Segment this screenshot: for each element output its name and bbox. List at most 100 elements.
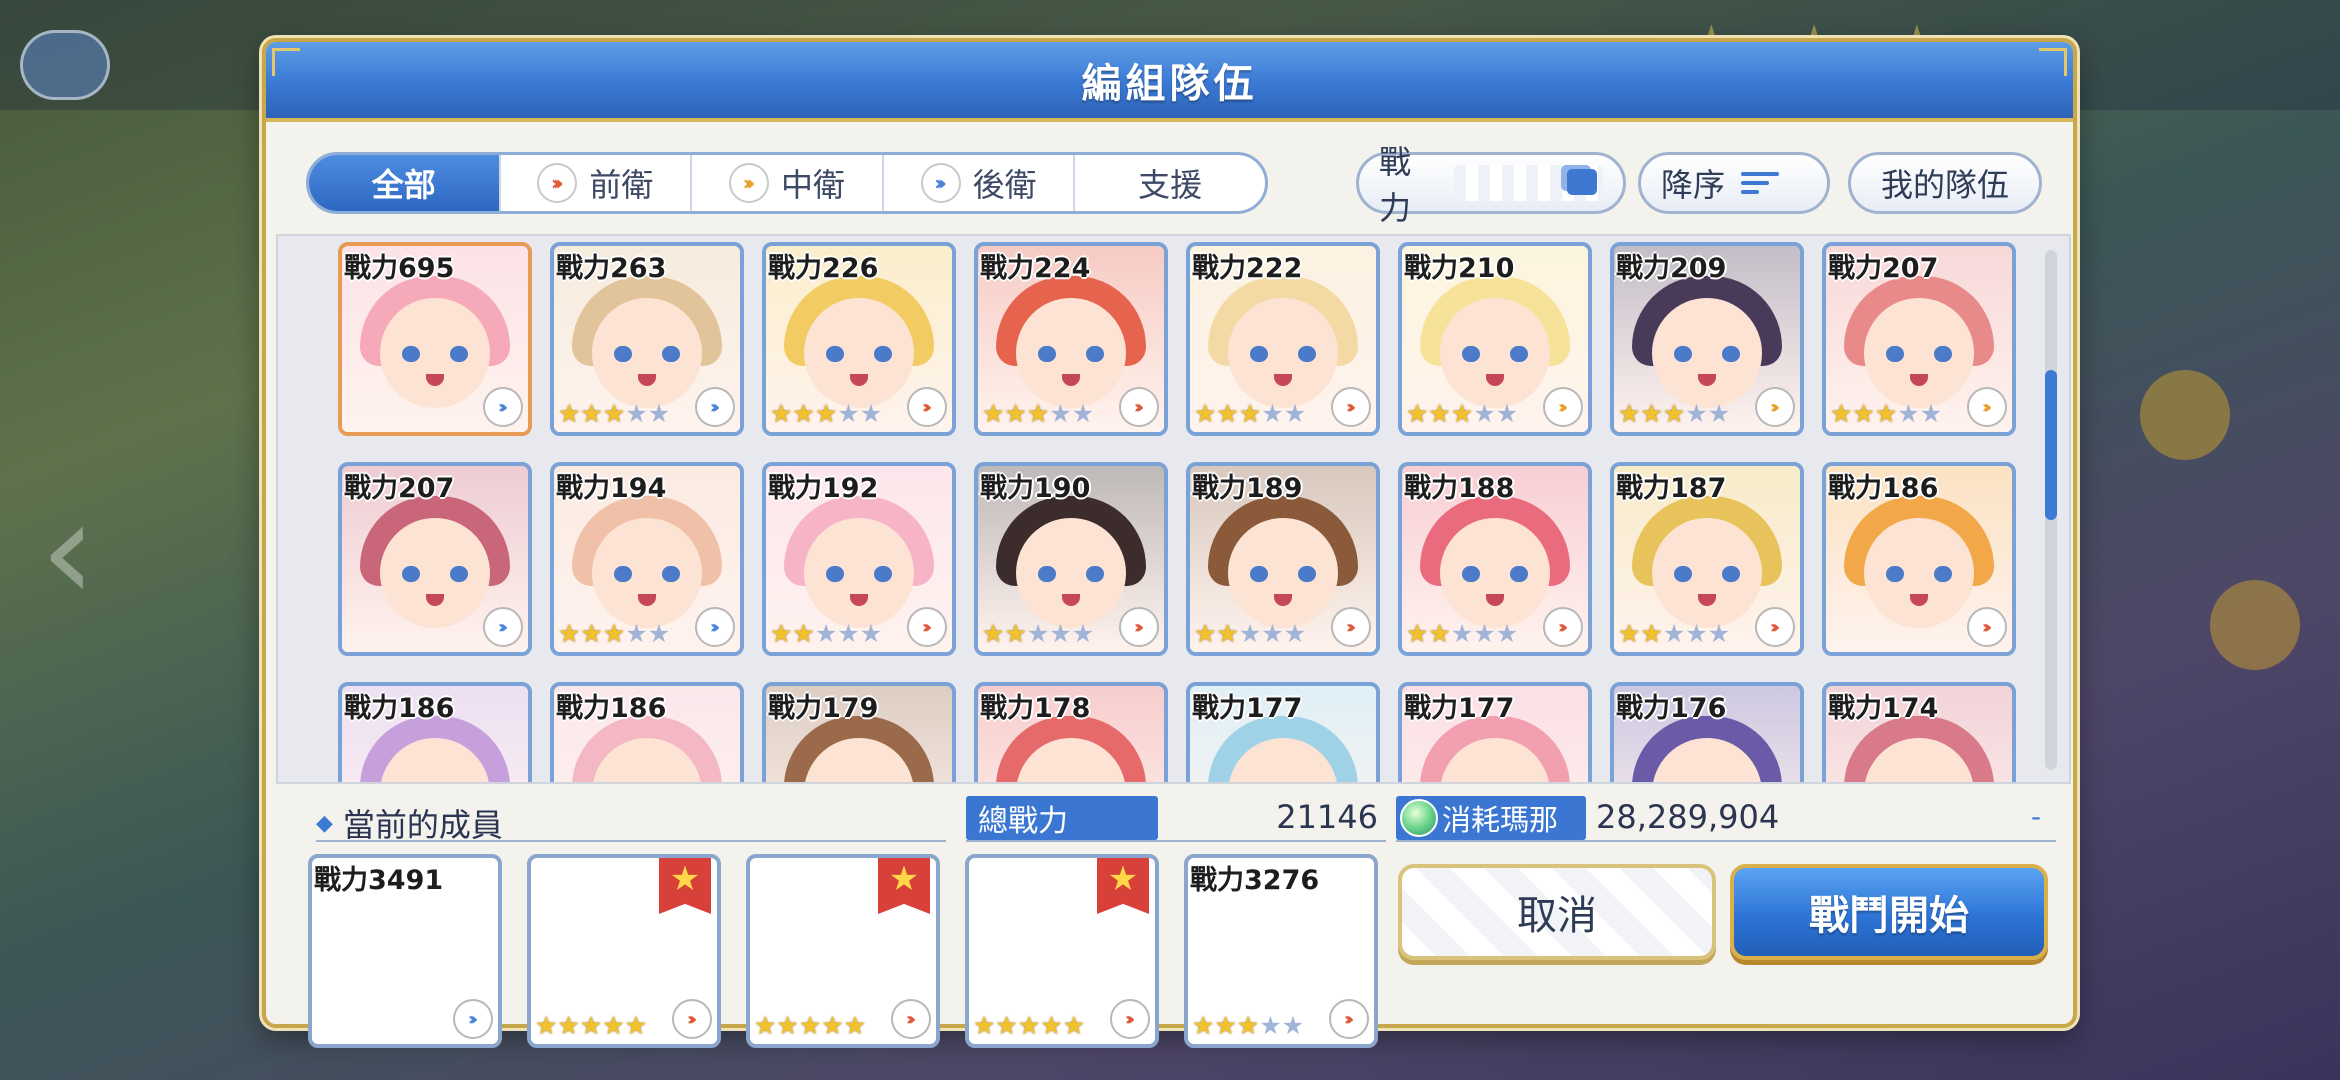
star-icon: ★ (1852, 399, 1875, 428)
front-role-icon: ››› (907, 607, 947, 647)
character-card[interactable]: 戰力188 ★ ★ ★ ★ ★ ››› (1398, 462, 1592, 656)
star-icon: ★ (776, 1011, 799, 1040)
star-icon: ★ (580, 399, 603, 428)
character-card[interactable]: 戰力263 ★ ★ ★ ★ ★ ››› (550, 242, 744, 436)
star-icon: ★ (602, 399, 626, 428)
team-member-card[interactable]: 戰力3491 ››› (308, 854, 502, 1048)
star-rating: ★ ★ ★ ★ ★ (558, 621, 670, 646)
character-card[interactable]: 戰力176››› (1610, 682, 1804, 782)
star-icon: ★ (625, 399, 648, 428)
star-icon: ★ (1618, 399, 1641, 428)
cancel-button[interactable]: 取消 (1398, 864, 1716, 960)
star-icon: ★ (1406, 619, 1429, 648)
sort-order-button[interactable]: 降序 (1638, 152, 1830, 214)
power-label: 戰力222 (1192, 253, 1303, 284)
power-label: 戰力3276 (1190, 865, 1320, 896)
star-icon: ★ (859, 399, 883, 428)
background-left-arrow-icon: ‹ (40, 470, 96, 633)
star-icon: ★ (1194, 399, 1217, 428)
front-chevron-icon: ››› (537, 163, 578, 203)
back-role-icon: ››› (483, 607, 523, 647)
star-icon: ★ (1261, 399, 1284, 428)
mid-role-icon: ››› (1967, 387, 2007, 427)
scrollbar-thumb[interactable] (2045, 370, 2057, 520)
character-card[interactable]: 戰力187 ★ ★ ★ ★ ★ ››› (1610, 462, 1804, 656)
character-card[interactable]: 戰力224 ★ ★ ★ ★ ★ ››› (974, 242, 1168, 436)
character-card[interactable]: 戰力209 ★ ★ ★ ★ ★ ››› (1610, 242, 1804, 436)
star-icon: ★ (973, 1011, 996, 1040)
star-icon: ★ (1004, 399, 1027, 428)
grid-scrollbar[interactable] (2045, 250, 2057, 770)
front-role-icon: ››› (1329, 999, 1369, 1039)
eyes-shape (826, 566, 892, 582)
character-card[interactable]: 戰力695 ››› (338, 242, 532, 436)
star-icon: ★ (624, 1011, 648, 1040)
sort-order-label: 降序 (1661, 166, 1726, 204)
character-card[interactable]: 戰力177››› (1398, 682, 1592, 782)
star-icon: ★ (1707, 399, 1731, 428)
star-icon: ★ (535, 1011, 558, 1040)
tab-support[interactable]: 支援 (1075, 155, 1265, 211)
character-card[interactable]: 戰力210 ★ ★ ★ ★ ★ ››› (1398, 242, 1592, 436)
character-card[interactable]: 戰力186››› (550, 682, 744, 782)
star-icon: ★ (814, 619, 838, 648)
start-battle-button[interactable]: 戰鬥開始 (1730, 864, 2048, 960)
front-role-icon: ››› (672, 999, 712, 1039)
star-icon: ★ (1049, 399, 1072, 428)
power-label: 戰力210 (1404, 253, 1515, 284)
power-label: 戰力194 (556, 473, 667, 504)
eyes-shape (1250, 566, 1316, 582)
character-card[interactable]: 戰力194 ★ ★ ★ ★ ★ ››› (550, 462, 744, 656)
tab-front[interactable]: ››› 前衛 (501, 155, 693, 211)
front-role-icon: ››› (1119, 607, 1159, 647)
eyes-shape (1886, 346, 1952, 362)
character-card[interactable]: 戰力190 ★ ★ ★ ★ ★ ››› (974, 462, 1168, 656)
character-card[interactable]: 戰力222 ★ ★ ★ ★ ★ ››› (1186, 242, 1380, 436)
character-card[interactable]: 戰力179››› (762, 682, 956, 782)
star-icon: ★ (1707, 619, 1731, 648)
mana-dash: - (2031, 800, 2042, 833)
character-card[interactable]: 戰力207 ››› (338, 462, 532, 656)
star-icon: ★ (1261, 619, 1284, 648)
star-icon: ★ (1662, 619, 1686, 648)
tab-back[interactable]: ››› 後衛 (884, 155, 1076, 211)
role-filter-tabs: 全部 ››› 前衛 ››› 中衛 ››› 後衛 支援 (306, 152, 1268, 214)
star-icon: ★ (1071, 619, 1095, 648)
character-card[interactable]: 戰力226 ★ ★ ★ ★ ★ ››› (762, 242, 956, 436)
power-label: 戰力177 (1192, 693, 1303, 724)
star-icon: ★ (792, 399, 815, 428)
eyes-shape (826, 346, 892, 362)
character-card[interactable]: 戰力207 ★ ★ ★ ★ ★ ››› (1822, 242, 2016, 436)
star-icon: ★ (647, 399, 671, 428)
total-power-value: 21146 (1276, 798, 1378, 836)
eyes-shape (1674, 566, 1740, 582)
character-card[interactable]: 戰力177››› (1186, 682, 1380, 782)
star-icon: ★ (1017, 1011, 1041, 1040)
team-member-card[interactable]: 戰力3276 ★ ★ ★ ★ ★ ››› (1184, 854, 1378, 1048)
star-icon: ★ (1040, 1011, 1063, 1040)
sort-key-button[interactable]: 戰力 (1356, 143, 1626, 227)
character-card[interactable]: 戰力186››› (1822, 462, 2016, 656)
star-icon: ★ (1874, 399, 1898, 428)
tab-label: 後衛 (972, 166, 1037, 204)
team-member-card[interactable]: ★ ★ ★ ★ ★ ››› ★ (527, 854, 721, 1048)
team-member-card[interactable]: ★ ★ ★ ★ ★ ››› ★ (965, 854, 1159, 1048)
mana-label-text: 消耗瑪那 (1442, 803, 1559, 837)
star-icon: ★ (1450, 619, 1474, 648)
team-member-card[interactable]: ★ ★ ★ ★ ★ ››› ★ (746, 854, 940, 1048)
sort-descending-icon (1741, 172, 1780, 194)
star-icon: ★ (814, 399, 838, 428)
eyes-shape (1462, 346, 1528, 362)
tab-all[interactable]: 全部 (309, 155, 501, 211)
star-icon: ★ (821, 1011, 844, 1040)
power-label: 戰力263 (556, 253, 667, 284)
character-card[interactable]: 戰力189 ★ ★ ★ ★ ★ ››› (1186, 462, 1380, 656)
back-role-icon: ››› (695, 607, 735, 647)
character-card[interactable]: 戰力192 ★ ★ ★ ★ ★ ››› (762, 462, 956, 656)
character-card[interactable]: 戰力178››› (974, 682, 1168, 782)
character-card[interactable]: 戰力186››› (338, 682, 532, 782)
star-badge-icon: ★ (878, 858, 930, 914)
my-team-button[interactable]: 我的隊伍 (1848, 152, 2042, 214)
character-card[interactable]: 戰力174››› (1822, 682, 2016, 782)
tab-middle[interactable]: ››› 中衛 (692, 155, 884, 211)
